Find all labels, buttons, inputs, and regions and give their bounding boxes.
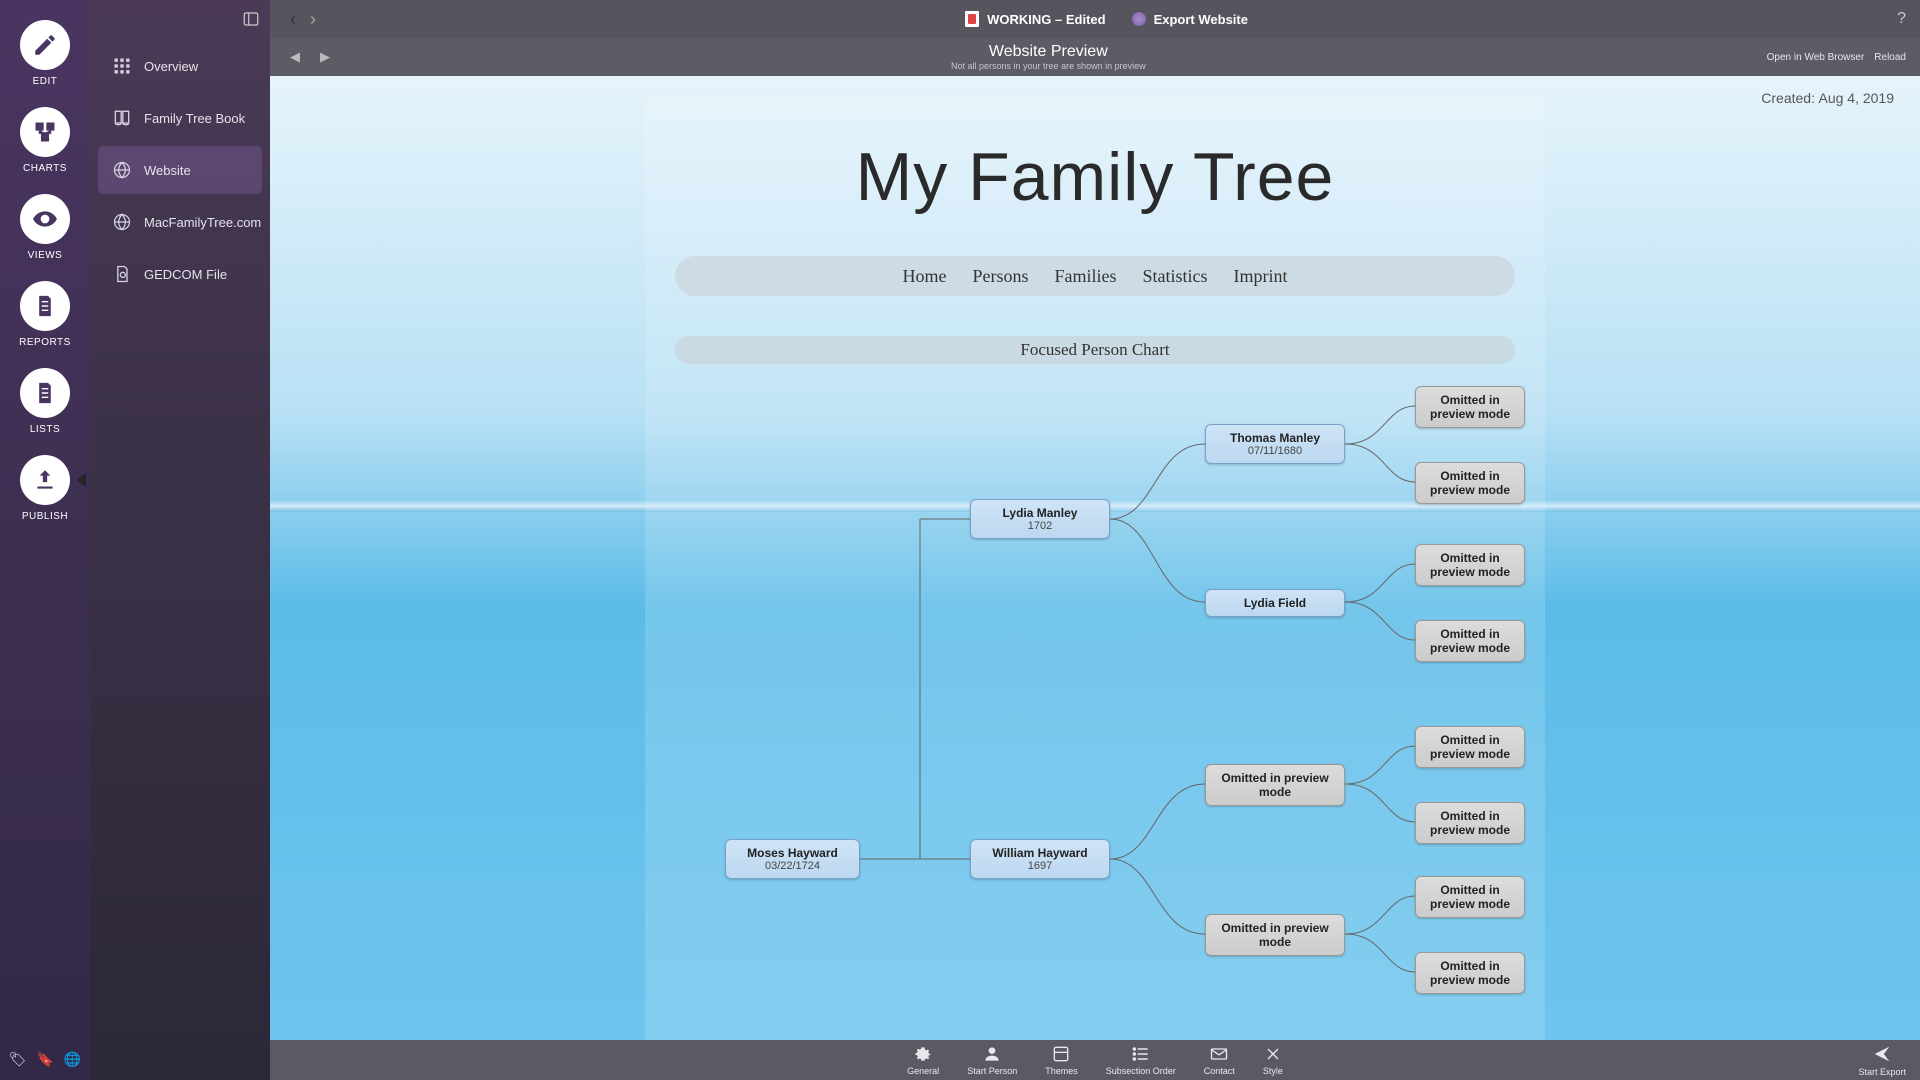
nav-charts[interactable]: CHARTS — [20, 107, 70, 174]
nav-edit[interactable]: EDIT — [20, 20, 70, 87]
preview-forward[interactable]: ▶ — [320, 49, 330, 65]
node-omitted: Omitted in preview mode — [1415, 726, 1525, 768]
node-omitted: Omitted in preview mode — [1415, 386, 1525, 428]
globe-small-icon[interactable]: 🌐 — [64, 1051, 81, 1068]
person-icon — [982, 1044, 1002, 1064]
nav-families[interactable]: Families — [1055, 266, 1117, 287]
list-icon — [32, 380, 58, 406]
section-heading-text: Focused Person Chart — [1020, 340, 1169, 360]
gear-icon — [913, 1044, 933, 1064]
panel-gedcom-label: GEDCOM File — [144, 267, 227, 282]
node-william-hayward[interactable]: William Hayward 1697 — [970, 839, 1110, 879]
nav-reports[interactable]: REPORTS — [19, 281, 71, 348]
doc-icon — [965, 11, 979, 27]
node-lydia-field[interactable]: Lydia Field — [1205, 589, 1345, 617]
upload-icon — [32, 467, 58, 493]
node-omitted: Omitted in preview mode — [1415, 620, 1525, 662]
order-icon — [1131, 1044, 1151, 1064]
tool-themes[interactable]: Themes — [1045, 1044, 1078, 1076]
document-title[interactable]: WORKING – Edited — [965, 11, 1105, 27]
nav-charts-label: CHARTS — [23, 163, 67, 174]
charts-icon — [32, 119, 58, 145]
document-title-text: WORKING – Edited — [987, 12, 1105, 27]
section-heading: Focused Person Chart — [675, 336, 1515, 364]
pencil-icon — [32, 32, 58, 58]
nav-publish[interactable]: PUBLISH — [20, 455, 70, 522]
nav-imprint[interactable]: Imprint — [1234, 266, 1288, 287]
mail-icon — [1209, 1044, 1229, 1064]
document-icon — [32, 293, 58, 319]
nav-persons[interactable]: Persons — [972, 266, 1028, 287]
export-globe-icon — [1132, 12, 1146, 26]
panel-mft-label: MacFamilyTree.com — [144, 215, 261, 230]
publish-panel: Overview Family Tree Book Website MacFam… — [90, 0, 270, 1080]
tool-subsection-order[interactable]: Subsection Order — [1106, 1044, 1176, 1076]
nav-home[interactable]: Home — [902, 266, 946, 287]
tool-general[interactable]: General — [907, 1044, 939, 1076]
nav-views-label: VIEWS — [28, 250, 63, 261]
sidebar-toggle-icon[interactable] — [242, 10, 260, 28]
reload-link[interactable]: Reload — [1874, 52, 1906, 63]
nav-statistics[interactable]: Statistics — [1143, 266, 1208, 287]
node-omitted: Omitted in preview mode — [1205, 764, 1345, 806]
start-export-button[interactable]: Start Export — [1858, 1043, 1906, 1077]
share-icon — [1871, 1043, 1893, 1065]
panel-website-label: Website — [144, 163, 191, 178]
node-lydia-manley[interactable]: Lydia Manley 1702 — [970, 499, 1110, 539]
bottom-toolbar: General Start Person Themes Subsection O… — [270, 1040, 1920, 1080]
bookmark-icon[interactable]: 🔖 — [36, 1051, 53, 1068]
node-omitted: Omitted in preview mode — [1415, 952, 1525, 994]
preview-header: ◀ ▶ Website Preview Not all persons in y… — [270, 38, 1920, 76]
site-navbar: Home Persons Families Statistics Imprint — [675, 256, 1515, 296]
nav-reports-label: REPORTS — [19, 337, 71, 348]
nav-edit-label: EDIT — [33, 76, 58, 87]
node-moses-hayward[interactable]: Moses Hayward 03/22/1724 — [725, 839, 860, 879]
preview-subtitle: Not all persons in your tree are shown i… — [330, 61, 1767, 71]
panel-overview-label: Overview — [144, 59, 198, 74]
node-omitted: Omitted in preview mode — [1415, 876, 1525, 918]
focused-person-chart: Moses Hayward 03/22/1724 Lydia Manley 17… — [685, 394, 1525, 994]
panel-family-tree-book[interactable]: Family Tree Book — [98, 94, 262, 142]
nav-lists-label: LISTS — [30, 424, 60, 435]
node-omitted: Omitted in preview mode — [1205, 914, 1345, 956]
panel-website[interactable]: Website — [98, 146, 262, 194]
tag-icon[interactable]: 🏷 — [9, 1051, 27, 1068]
preview-back[interactable]: ◀ — [290, 49, 300, 65]
site-card: My Family Tree Home Persons Families Sta… — [645, 98, 1545, 1040]
preview-title: Website Preview — [330, 43, 1767, 61]
nav-publish-label: PUBLISH — [22, 511, 68, 522]
tool-contact[interactable]: Contact — [1204, 1044, 1235, 1076]
file-icon — [112, 264, 132, 284]
help-button[interactable]: ? — [1897, 10, 1920, 28]
node-omitted: Omitted in preview mode — [1415, 802, 1525, 844]
tool-style[interactable]: Style — [1263, 1044, 1283, 1076]
site-title: My Family Tree — [675, 138, 1515, 216]
grid-icon — [112, 56, 132, 76]
panel-macfamilytree[interactable]: MacFamilyTree.com — [98, 198, 262, 246]
globe-icon — [112, 160, 132, 180]
window-topbar: ‹ › WORKING – Edited Export Website ? — [270, 0, 1920, 38]
panel-gedcom[interactable]: GEDCOM File — [98, 250, 262, 298]
export-website-header[interactable]: Export Website — [1132, 12, 1248, 27]
website-preview-canvas: Created: Aug 4, 2019 My Family Tree Home… — [270, 76, 1920, 1040]
nav-views[interactable]: VIEWS — [20, 194, 70, 261]
eye-icon — [32, 206, 58, 232]
node-omitted: Omitted in preview mode — [1415, 462, 1525, 504]
tool-start-person[interactable]: Start Person — [967, 1044, 1017, 1076]
created-date: Created: Aug 4, 2019 — [1761, 90, 1894, 108]
export-website-text: Export Website — [1154, 12, 1248, 27]
panel-book-label: Family Tree Book — [144, 111, 245, 126]
book-icon — [112, 108, 132, 128]
panel-overview[interactable]: Overview — [98, 42, 262, 90]
themes-icon — [1051, 1044, 1071, 1064]
node-omitted: Omitted in preview mode — [1415, 544, 1525, 586]
back-button[interactable]: ‹ — [290, 9, 296, 30]
node-thomas-manley[interactable]: Thomas Manley 07/11/1680 — [1205, 424, 1345, 464]
main-nav-rail: EDIT CHARTS VIEWS REPORTS LISTS PUBLISH … — [0, 0, 90, 1080]
style-icon — [1263, 1044, 1283, 1064]
globe-icon — [112, 212, 132, 232]
chart-connectors — [685, 394, 1525, 994]
nav-lists[interactable]: LISTS — [20, 368, 70, 435]
open-in-browser-link[interactable]: Open in Web Browser — [1767, 52, 1865, 63]
